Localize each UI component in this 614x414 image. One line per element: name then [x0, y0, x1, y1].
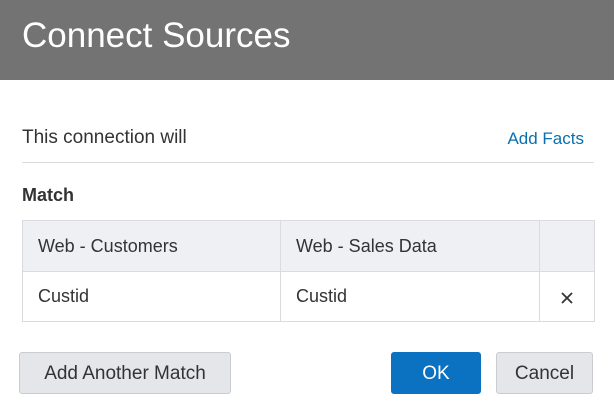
column-header-right-source: Web - Sales Data — [280, 220, 540, 272]
table-row: Custid Custid — [22, 271, 595, 322]
connect-sources-dialog: Connect Sources This connection will Add… — [0, 0, 614, 414]
add-another-match-button[interactable]: Add Another Match — [19, 352, 231, 394]
column-header-left-source: Web - Customers — [22, 220, 281, 272]
close-icon[interactable] — [559, 290, 575, 306]
match-table: Web - Customers Web - Sales Data Custid … — [22, 220, 595, 322]
column-header-actions — [539, 220, 595, 272]
dialog-title: Connect Sources — [22, 16, 291, 55]
connection-row: This connection will Add Facts — [22, 124, 594, 163]
match-right-field[interactable]: Custid — [280, 271, 540, 322]
match-heading: Match — [22, 185, 75, 205]
add-facts-link[interactable]: Add Facts — [507, 129, 584, 149]
connection-label: This connection will — [22, 127, 187, 148]
match-left-field[interactable]: Custid — [22, 271, 281, 322]
cancel-button[interactable]: Cancel — [496, 352, 593, 394]
match-table-header-row: Web - Customers Web - Sales Data — [22, 220, 595, 272]
remove-match-cell — [539, 271, 595, 322]
ok-button[interactable]: OK — [391, 352, 481, 394]
dialog-title-bar: Connect Sources — [0, 0, 614, 80]
